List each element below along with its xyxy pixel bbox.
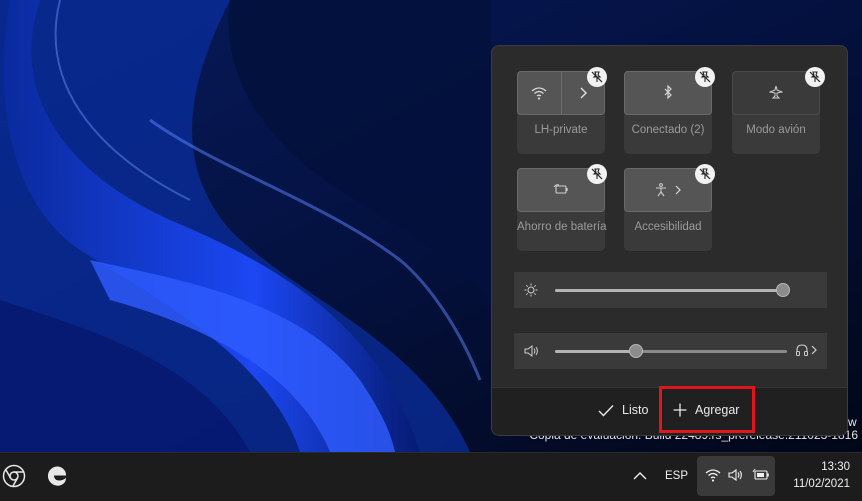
accessibility-icon bbox=[655, 183, 681, 197]
bluetooth-icon bbox=[663, 84, 673, 102]
chrome-icon[interactable] bbox=[0, 462, 28, 490]
chevron-up-icon[interactable] bbox=[626, 462, 654, 490]
audio-output-button[interactable] bbox=[795, 343, 817, 357]
brightness-slider[interactable] bbox=[555, 283, 790, 297]
brightness-slider-fill bbox=[555, 289, 783, 292]
input-language[interactable]: ESP bbox=[665, 470, 688, 482]
watermark-trailing: w bbox=[848, 415, 857, 429]
unpin-icon[interactable] bbox=[695, 164, 715, 184]
volume-icon bbox=[728, 468, 744, 487]
clock-date: 11/02/2021 bbox=[793, 478, 850, 490]
tile-accessibility-label: Accesibilidad bbox=[634, 221, 702, 233]
checkmark-icon bbox=[598, 404, 614, 417]
edge-icon[interactable] bbox=[43, 462, 71, 490]
battery-icon bbox=[752, 468, 770, 487]
chevron-right-icon bbox=[811, 345, 817, 355]
highlight-annotation bbox=[659, 386, 755, 433]
volume-slider[interactable] bbox=[555, 344, 787, 358]
tile-airplane-label: Modo avión bbox=[746, 124, 806, 136]
battery-saver-icon bbox=[553, 183, 569, 198]
clock-time: 13:30 bbox=[821, 461, 850, 473]
brightness-slider-thumb[interactable] bbox=[776, 283, 790, 297]
tile-bluetooth-label: Conectado (2) bbox=[631, 124, 705, 136]
clock[interactable]: 13:30 11/02/2021 bbox=[793, 459, 850, 493]
taskbar: ESP 13:30 11/02/2021 bbox=[0, 452, 862, 501]
chevron-right-icon bbox=[675, 185, 681, 195]
airplane-icon bbox=[768, 85, 784, 102]
headphones-icon bbox=[796, 344, 808, 356]
unpin-icon[interactable] bbox=[805, 67, 825, 87]
brightness-icon bbox=[524, 283, 538, 302]
speaker-icon[interactable] bbox=[524, 344, 540, 363]
done-button-label: Listo bbox=[622, 403, 649, 417]
quick-settings-panel: LH-private Conectado (2) Modo avión Ahor… bbox=[491, 45, 848, 436]
wifi-icon bbox=[705, 468, 721, 487]
unpin-icon[interactable] bbox=[695, 67, 715, 87]
brightness-slider-row bbox=[514, 272, 827, 308]
wifi-icon bbox=[518, 72, 561, 114]
volume-slider-fill bbox=[555, 350, 636, 353]
volume-slider-thumb[interactable] bbox=[629, 344, 643, 358]
tile-wifi-label: LH-private bbox=[534, 124, 588, 136]
unpin-icon[interactable] bbox=[587, 67, 607, 87]
system-tray-status[interactable] bbox=[697, 456, 775, 496]
tile-battery-saver-label: Ahorro de batería bbox=[517, 221, 607, 233]
done-button[interactable]: Listo bbox=[598, 403, 648, 417]
volume-slider-row bbox=[514, 333, 827, 369]
unpin-icon[interactable] bbox=[587, 164, 607, 184]
chevron-right-icon bbox=[580, 87, 587, 99]
